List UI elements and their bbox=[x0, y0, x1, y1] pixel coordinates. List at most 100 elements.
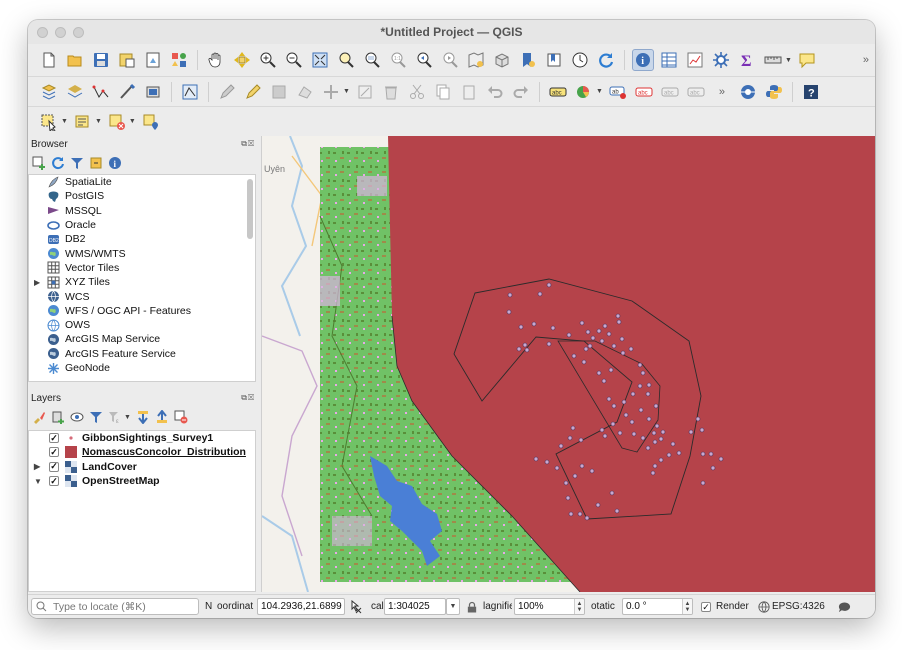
browser-item[interactable]: OWS bbox=[29, 318, 255, 332]
toggle-editing-icon[interactable] bbox=[216, 81, 238, 103]
zoom-out-icon[interactable] bbox=[283, 49, 305, 71]
panel-float-close-icon[interactable]: ⧉☒ bbox=[241, 139, 255, 149]
browser-item[interactable]: GeoNode bbox=[29, 361, 255, 375]
browser-item[interactable]: Oracle bbox=[29, 218, 255, 232]
magnifier-spinbox[interactable]: 100% ▲ ▼ bbox=[514, 598, 585, 615]
layer-visibility-checkbox[interactable]: ✓ bbox=[49, 447, 59, 458]
attribute-table-icon[interactable] bbox=[658, 49, 680, 71]
pan-to-selection-icon[interactable] bbox=[231, 49, 253, 71]
processing-toolbox-icon[interactable] bbox=[710, 49, 732, 71]
layer-item[interactable]: ▶ ✓ LandCover bbox=[29, 460, 255, 474]
toolbar-overflow-button[interactable]: » bbox=[863, 54, 869, 66]
print-layout-icon[interactable] bbox=[142, 49, 164, 71]
zoom-native-icon[interactable]: 1:1 bbox=[387, 49, 409, 71]
new-temp-layer-icon[interactable] bbox=[116, 81, 138, 103]
zoom-to-layer-icon[interactable] bbox=[361, 49, 383, 71]
temporal-controller-icon[interactable] bbox=[569, 49, 591, 71]
add-feature-icon[interactable] bbox=[294, 81, 316, 103]
browser-item[interactable]: ArcGIS Map Service bbox=[29, 332, 255, 346]
locator-search-input[interactable]: Type to locate (⌘K) bbox=[31, 598, 199, 615]
chevron-down-icon[interactable]: ▼ bbox=[95, 118, 102, 125]
expand-all-icon[interactable] bbox=[136, 410, 150, 424]
pin-unpin-labels-icon[interactable]: abc bbox=[633, 81, 655, 103]
browser-item[interactable]: Vector Tiles bbox=[29, 261, 255, 275]
chevron-down-icon[interactable]: ▼ bbox=[343, 88, 350, 95]
virtual-layer-icon[interactable] bbox=[142, 81, 164, 103]
mouse-coordinate-toggle-icon[interactable] bbox=[347, 599, 363, 615]
save-project-icon[interactable] bbox=[90, 49, 112, 71]
browser-scrollbar-thumb[interactable] bbox=[247, 179, 253, 239]
new-project-icon[interactable] bbox=[38, 49, 60, 71]
browser-item[interactable]: WCS bbox=[29, 289, 255, 303]
filter-by-expression-icon[interactable]: ε bbox=[108, 410, 122, 424]
expand-arrow-icon[interactable]: ▶ bbox=[34, 462, 40, 471]
close-window-button[interactable] bbox=[37, 27, 48, 38]
save-edits-icon[interactable] bbox=[268, 81, 290, 103]
scale-dropdown[interactable]: ▼ bbox=[446, 598, 460, 615]
pencil-icon[interactable] bbox=[242, 81, 264, 103]
refresh-icon[interactable] bbox=[51, 156, 65, 170]
chevron-down-icon[interactable]: ▼ bbox=[124, 414, 131, 421]
style-manager-icon[interactable] bbox=[168, 49, 190, 71]
zoom-next-icon[interactable] bbox=[439, 49, 461, 71]
toolbar-overflow-button[interactable]: » bbox=[719, 86, 725, 98]
map-render[interactable]: Uyên bbox=[262, 136, 875, 592]
help-icon[interactable]: ? bbox=[800, 81, 822, 103]
bookmark-icon[interactable] bbox=[517, 49, 539, 71]
zoom-to-selection-icon[interactable] bbox=[335, 49, 357, 71]
open-project-icon[interactable] bbox=[64, 49, 86, 71]
refresh-icon[interactable] bbox=[595, 49, 617, 71]
expand-arrow-icon[interactable]: ▶ bbox=[34, 278, 40, 287]
zoom-in-icon[interactable] bbox=[257, 49, 279, 71]
open-layer-styling-icon[interactable] bbox=[32, 410, 46, 424]
layer-item[interactable]: ▼ ✓ OpenStreetMap bbox=[29, 474, 255, 488]
vertex-editor-icon[interactable] bbox=[179, 81, 201, 103]
sum-icon[interactable]: Σ bbox=[736, 49, 758, 71]
new-vector-layer-icon[interactable] bbox=[90, 81, 112, 103]
lock-scale-icon[interactable] bbox=[465, 599, 479, 615]
scale-combobox[interactable]: 1:304025 bbox=[384, 598, 446, 615]
select-by-expression-icon[interactable] bbox=[72, 111, 94, 133]
chevron-down-icon[interactable]: ▼ bbox=[785, 57, 792, 64]
filter-icon[interactable] bbox=[70, 156, 84, 170]
globe-crs-icon[interactable] bbox=[757, 599, 771, 615]
browser-item[interactable]: ▶ XYZ Tiles bbox=[29, 275, 255, 289]
manage-map-themes-icon[interactable] bbox=[70, 410, 84, 424]
save-as-icon[interactable] bbox=[116, 49, 138, 71]
show-bookmarks-icon[interactable] bbox=[543, 49, 565, 71]
remove-layer-icon[interactable] bbox=[174, 410, 188, 424]
crs-button[interactable]: EPSG:4326 bbox=[772, 601, 825, 612]
browser-item[interactable]: WFS / OGC API - Features bbox=[29, 304, 255, 318]
cut-features-icon[interactable] bbox=[406, 81, 428, 103]
browser-item[interactable]: WMS/WMTS bbox=[29, 246, 255, 260]
zoom-window-button[interactable] bbox=[73, 27, 84, 38]
browser-item[interactable]: SpatiaLite bbox=[29, 175, 255, 189]
render-checkbox[interactable]: ✓ bbox=[701, 602, 711, 612]
statistics-icon[interactable] bbox=[684, 49, 706, 71]
messages-icon[interactable] bbox=[836, 599, 852, 615]
magnifier-stepper[interactable]: ▲ ▼ bbox=[574, 599, 584, 614]
browser-item[interactable]: DB2 DB2 bbox=[29, 232, 255, 246]
coordinate-field[interactable]: 104.2936,21.6899 bbox=[257, 598, 345, 615]
show-hide-labels-icon[interactable]: abc bbox=[659, 81, 681, 103]
minimize-window-button[interactable] bbox=[55, 27, 66, 38]
chevron-down-icon[interactable]: ▼ bbox=[61, 118, 68, 125]
layer-visibility-checkbox[interactable]: ✓ bbox=[49, 461, 59, 472]
layer-item[interactable]: ✓ NomascusConcolor_Distribution bbox=[29, 445, 255, 459]
move-feature-icon[interactable] bbox=[320, 81, 342, 103]
browser-item[interactable]: PostGIS bbox=[29, 189, 255, 203]
modify-attributes-icon[interactable] bbox=[354, 81, 376, 103]
rotation-spinbox[interactable]: 0.0 ° ▲ ▼ bbox=[622, 598, 693, 615]
map-canvas[interactable]: Uyên bbox=[261, 136, 875, 592]
paste-features-icon[interactable] bbox=[458, 81, 480, 103]
panel-float-close-icon[interactable]: ⧉☒ bbox=[241, 393, 255, 403]
filter-legend-icon[interactable] bbox=[89, 410, 103, 424]
new-3d-view-icon[interactable] bbox=[491, 49, 513, 71]
chevron-down-icon[interactable]: ▼ bbox=[129, 118, 136, 125]
measure-icon[interactable] bbox=[762, 49, 784, 71]
zoom-full-icon[interactable] bbox=[309, 49, 331, 71]
select-features-icon[interactable] bbox=[38, 111, 60, 133]
layers-tree[interactable]: ✓ GibbonSightings_Survey1 ✓ NomascusConcolo… bbox=[28, 430, 256, 592]
select-by-location-icon[interactable] bbox=[140, 111, 162, 133]
collapse-all-icon[interactable] bbox=[89, 156, 103, 170]
